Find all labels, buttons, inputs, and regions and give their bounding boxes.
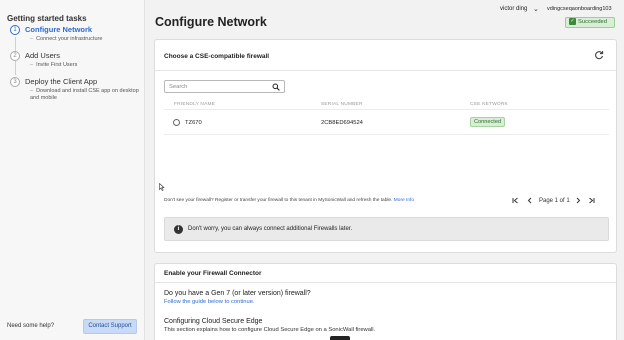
status-label: Succeeded	[578, 19, 608, 26]
step-subtitle: – Download and install CSE app on desktop…	[30, 88, 139, 101]
more-info-link[interactable]: More Info	[394, 198, 414, 203]
status-badge: ✓ Succeeded	[565, 17, 615, 28]
connector-card: Enable your Firewall Connector Do you ha…	[154, 263, 617, 340]
section-title: Configuring Cloud Secure Edge	[164, 318, 263, 325]
chevron-down-icon[interactable]: ⌄	[533, 5, 539, 13]
info-icon: i	[174, 225, 183, 234]
step-number: 3	[10, 77, 20, 87]
search-icon[interactable]	[272, 83, 280, 91]
info-banner: i Don't worry, you can always connect ad…	[164, 217, 609, 241]
prev-page-icon[interactable]	[527, 197, 533, 207]
gen7-question: Do you have a Gen 7 (or later version) f…	[164, 290, 311, 297]
tenant-name: vdingcseqaonboarding103	[547, 6, 612, 12]
page-title: Configure Network	[155, 15, 267, 29]
firewall-card: Choose a CSE-compatible firewall FRIENDL…	[154, 39, 617, 253]
step-title: Configure Network	[25, 25, 93, 34]
sidebar: Getting started tasks 1 Configure Networ…	[0, 0, 145, 340]
mouse-cursor-icon	[159, 183, 165, 191]
step-title: Deploy the Client App	[25, 77, 98, 86]
guide-link[interactable]: Follow the guide below to continue.	[164, 299, 255, 305]
firewall-radio[interactable]	[173, 119, 180, 126]
step-subtitle: – Connect your infrastructure	[30, 36, 103, 42]
pagination-label: Page 1 of 1	[539, 198, 570, 204]
step-connector	[15, 61, 16, 75]
search-input[interactable]	[169, 82, 269, 92]
card-divider	[155, 282, 616, 283]
help-text: Need some help?	[7, 323, 55, 329]
info-text: Don't worry, you can always connect addi…	[188, 226, 353, 232]
column-header-cse-network: CSE NETWORK	[470, 102, 508, 107]
contact-support-button[interactable]: Contact Support	[83, 319, 137, 334]
last-page-icon[interactable]	[588, 197, 595, 207]
step-number: 1	[10, 25, 20, 35]
step-connector	[15, 37, 16, 51]
firewall-name: TZ670	[185, 120, 202, 126]
first-page-icon[interactable]	[512, 197, 519, 207]
column-header-friendly-name: FRIENDLY NAME	[174, 102, 216, 107]
sidebar-title: Getting started tasks	[7, 14, 87, 23]
column-header-serial-number: SERIAL NUMBER	[321, 102, 363, 107]
card-title: Choose a CSE-compatible firewall	[164, 53, 270, 60]
step-subtitle: – Invite First Users	[30, 62, 78, 68]
card-title: Enable your Firewall Connector	[164, 270, 262, 277]
check-icon: ✓	[569, 18, 576, 25]
table-row[interactable]: TZ670 2CB8ED694524 Connected	[164, 109, 609, 135]
section-description: This section explains how to configure C…	[164, 327, 376, 333]
search-field[interactable]	[164, 80, 285, 93]
refresh-icon[interactable]	[594, 50, 604, 63]
firewall-serial: 2CB8ED694524	[321, 120, 363, 126]
user-menu[interactable]: victor ding	[500, 6, 527, 12]
connection-status-badge: Connected	[470, 117, 506, 127]
step-title: Add Users	[25, 51, 61, 60]
scroll-handle[interactable]	[330, 336, 350, 340]
firewall-help-text: Don't see your firewall? Register or tra…	[164, 198, 415, 203]
step-number: 2	[10, 51, 20, 61]
card-divider	[155, 70, 616, 71]
next-page-icon[interactable]	[575, 197, 581, 207]
